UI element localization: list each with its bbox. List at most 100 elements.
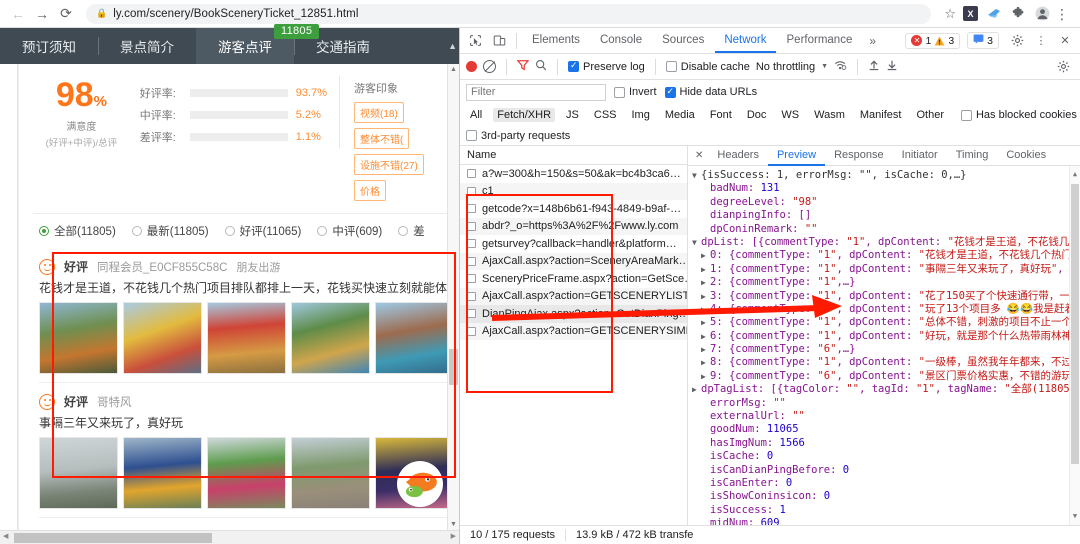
scrollbar-thumb[interactable] [449,349,458,385]
clear-icon[interactable] [483,60,496,73]
review-photo[interactable] [39,302,118,374]
detail-tab-headers[interactable]: Headers [708,146,768,166]
review-photo[interactable] [207,302,286,374]
review-photo[interactable] [207,437,286,509]
address-bar[interactable]: 🔒 ly.com/scenery/BookSceneryTicket_12851… [86,3,932,24]
collapse-triangle-icon[interactable]: ▶ [701,249,710,262]
hscrollbar-thumb[interactable] [14,533,212,543]
collapse-triangle-icon[interactable]: ▶ [701,290,710,303]
review-photo[interactable] [375,302,454,374]
scrollbar-thumb[interactable] [1071,184,1079,464]
collapse-triangle-icon[interactable]: ▶ [701,303,710,316]
request-row[interactable]: SceneryPriceFrame.aspx?action=GetSce… [460,270,687,288]
scroll-up-arrow-icon[interactable]: ▲ [448,66,459,73]
request-row[interactable]: a?w=300&h=150&s=50&ak=bc4b3ca6… [460,165,687,183]
import-har-icon[interactable] [868,59,880,74]
type-manifest[interactable]: Manifest [856,108,906,122]
json-line[interactable]: ▼ dpList: [{commentType: "1", dpContent: … [692,236,1080,249]
row-checkbox-icon[interactable] [467,256,476,266]
message-counter[interactable]: 3 [967,32,999,49]
json-line[interactable]: errorMsg: "" [692,397,1080,410]
impression-tag[interactable]: 价格 [354,180,386,201]
filter-good[interactable]: 好评(11065) [224,223,301,239]
collapse-triangle-icon[interactable]: ▶ [701,276,710,289]
request-row[interactable]: AjaxCall.aspx?action=SceneryAreaMark… [460,252,687,270]
tab-performance[interactable]: Performance [778,28,862,53]
review-photo[interactable] [123,302,202,374]
filter-all[interactable]: 全部(11805) [39,223,116,239]
type-all[interactable]: All [466,108,486,122]
tab-scenic-intro[interactable]: 景点简介 [98,28,196,64]
invert-checkbox[interactable]: Invert [614,86,657,98]
filter-medium[interactable]: 中评(609) [317,223,382,239]
export-har-icon[interactable] [886,59,898,74]
type-wasm[interactable]: Wasm [810,108,849,122]
puzzle-extension-icon[interactable] [1011,6,1026,21]
json-line[interactable]: isSuccess: 1 [692,504,1080,517]
has-blocked-cookies-checkbox[interactable]: Has blocked cookies [960,109,1077,121]
json-preview[interactable]: ▼ {isSuccess: 1, errorMsg: "", isCache: 0… [688,166,1080,525]
disable-cache-checkbox[interactable]: Disable cache [665,61,750,73]
json-line[interactable]: ▶ 0: {commentType: "1", dpContent: "花钱才是王… [692,249,1080,262]
type-media[interactable]: Media [661,108,699,122]
filter-newest[interactable]: 最新(11805) [131,223,209,239]
profile-avatar-icon[interactable] [1035,6,1050,21]
request-row[interactable]: AjaxCall.aspx?action=GETSCENERYSIMI… [460,322,687,340]
close-detail-icon[interactable]: ✕ [690,150,708,161]
row-checkbox-icon[interactable] [467,221,476,231]
more-vertical-icon[interactable]: ⋮ [1030,30,1052,52]
detail-tab-preview[interactable]: Preview [767,146,826,166]
expand-triangle-icon[interactable]: ▼ [692,169,701,182]
json-line[interactable]: externalUrl: "" [692,410,1080,423]
json-line[interactable]: ▶ 8: {commentType: "1", dpContent: "一级棒，虽… [692,356,1080,369]
type-other[interactable]: Other [912,108,948,122]
impression-tag[interactable]: 设施不错(27) [354,154,424,175]
json-line[interactable]: ▶ 2: {commentType: "1",…} [692,276,1080,289]
json-line[interactable]: isCache: 0 [692,450,1080,463]
page-horizontal-scrollbar[interactable]: ◀ ▶ [0,530,459,544]
json-line[interactable]: degreeLevel: "98" [692,196,1080,209]
json-line[interactable]: goodNum: 11065 [692,423,1080,436]
review-photo[interactable] [291,437,370,509]
scroll-left-arrow-icon[interactable]: ◀ [3,532,8,540]
collapse-triangle-icon[interactable]: ▶ [701,316,710,329]
request-row[interactable]: abdr?_o=https%3A%2F%2Fwww.ly.com [460,217,687,235]
request-row[interactable]: getcode?x=148b6b61-f943-4849-b9af-… [460,200,687,218]
type-js[interactable]: JS [562,108,583,122]
scroll-up-icon[interactable]: ▲ [448,41,457,51]
throttling-select[interactable]: No throttling [756,61,815,73]
reload-icon[interactable]: ⟳ [54,2,78,26]
network-conditions-icon[interactable] [834,59,847,74]
tab-elements[interactable]: Elements [523,28,589,53]
json-line[interactable]: hasImgNum: 1566 [692,437,1080,450]
json-line[interactable]: isShowConinsicon: 0 [692,490,1080,503]
scroll-up-arrow-icon[interactable]: ▲ [1070,168,1080,181]
record-stop-icon[interactable] [466,61,477,72]
device-toolbar-icon[interactable] [488,30,510,52]
impression-tag[interactable]: 视频(18) [354,102,404,123]
detail-tab-response[interactable]: Response [825,146,893,166]
row-checkbox-icon[interactable] [467,186,476,196]
request-row[interactable]: getsurvey?callback=handler&platform… [460,235,687,253]
type-font[interactable]: Font [706,108,736,122]
json-line[interactable]: ▶ 7: {commentType: "6",…} [692,343,1080,356]
search-icon[interactable] [535,59,547,74]
json-line[interactable]: dpConinRemark: "" [692,223,1080,236]
json-line[interactable]: ▶ 9: {commentType: "6", dpContent: "景区门票价… [692,370,1080,383]
row-checkbox-icon[interactable] [467,239,476,249]
type-fetch-xhr[interactable]: Fetch/XHR [493,108,556,122]
type-doc[interactable]: Doc [743,108,771,122]
tab-sources[interactable]: Sources [653,28,713,53]
forward-arrow-icon[interactable]: → [30,2,54,26]
chevron-double-right-icon[interactable]: » [863,34,882,48]
row-checkbox-icon[interactable] [467,169,476,179]
json-line[interactable]: dianpingInfo: [] [692,209,1080,222]
hide-data-urls-checkbox[interactable]: Hide data URLs [664,86,757,98]
type-img[interactable]: Img [628,108,654,122]
collapse-triangle-icon[interactable]: ▶ [692,383,701,396]
request-row-selected[interactable]: DianPingAjax.aspx?action=GetDianPing… [460,305,687,323]
gear-icon[interactable] [1006,30,1028,52]
x-extension-icon[interactable]: X [963,6,978,21]
json-line[interactable]: ▼ {isSuccess: 1, errorMsg: "", isCache: 0… [692,169,1080,182]
tab-booking-notice[interactable]: 预订须知 [0,28,98,64]
